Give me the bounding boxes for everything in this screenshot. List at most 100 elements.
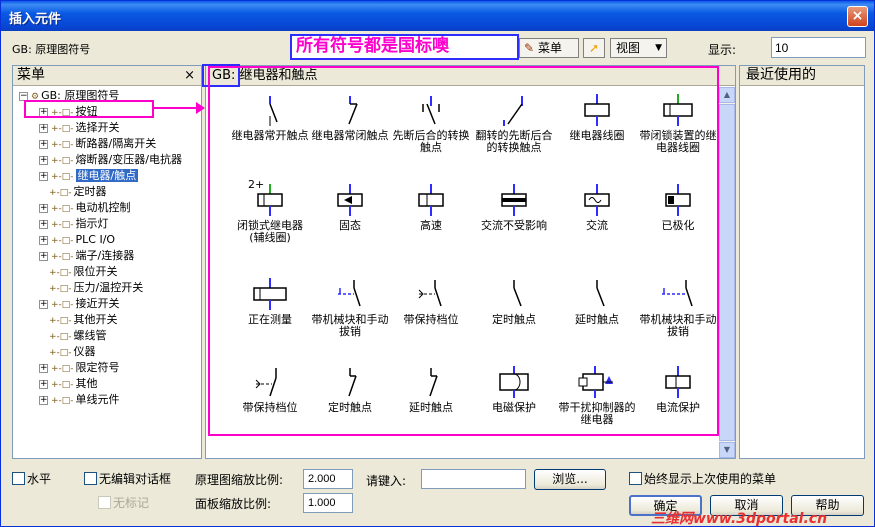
tree-item-label: 熔断器/变压器/电抗器 (75, 153, 182, 166)
annotation-arrow (154, 107, 202, 109)
tree-item[interactable]: + +-□- 单线元件 (39, 392, 120, 408)
tree-item[interactable]: +-□- 定时器 (49, 184, 107, 200)
browse-button[interactable]: 浏览... (534, 469, 606, 490)
view-dropdown[interactable]: 视图 ▼ (610, 38, 667, 58)
always-show-label: 始终显示上次使用的菜单 (644, 472, 777, 486)
tree-node-icon: +-□- (49, 284, 72, 294)
tree-item-label: 电动机控制 (75, 201, 131, 214)
checkbox-box[interactable] (12, 472, 25, 485)
tree-item[interactable]: + +-□- 熔断器/变压器/电抗器 (39, 152, 182, 168)
checkbox-box[interactable] (84, 472, 97, 485)
no-mark-checkbox: 无标记 (98, 496, 149, 510)
annotation-callout: 所有符号都是国标噢 (290, 34, 519, 60)
recent-panel: 最近使用的 (739, 65, 865, 459)
menu-panel-title: 菜单 (17, 67, 45, 83)
tree-node-icon: +-□- (51, 396, 74, 406)
expand-icon[interactable]: + (39, 235, 48, 245)
recent-panel-header: 最近使用的 (740, 66, 864, 86)
horizontal-checkbox[interactable]: 水平 (12, 472, 51, 486)
type-in-label: 请键入: (366, 474, 407, 488)
expand-icon[interactable]: + (39, 171, 48, 181)
tree-item-label: 选择开关 (75, 121, 120, 134)
expand-icon[interactable]: + (39, 203, 48, 213)
checkbox-box[interactable] (629, 472, 642, 485)
tree-node-icon: +-□- (49, 348, 72, 358)
expand-icon[interactable]: + (39, 155, 48, 165)
tree-item[interactable]: +-□- 限位开关 (49, 264, 118, 280)
tree-item-label: 继电器/触点 (75, 169, 139, 182)
tree-node-icon: +-□- (51, 252, 74, 262)
title-bar[interactable]: 插入元件 × (1, 1, 874, 31)
expand-icon[interactable]: + (39, 219, 48, 229)
forward-button[interactable]: ➚ (583, 38, 605, 58)
menu-button[interactable]: ✎ 菜单 (519, 38, 579, 58)
menu-panel-header: 菜单 × (13, 66, 201, 86)
expand-icon[interactable]: + (39, 379, 48, 389)
tree-item[interactable]: + +-□- 其他 (39, 376, 98, 392)
scale-label: 原理图缩放比例: (195, 473, 284, 487)
panel-scale-label: 面板缩放比例: (195, 497, 272, 511)
insert-component-dialog: 插入元件 × GB: 原理图符号 所有符号都是国标噢 ✎ 菜单 ➚ 视图 ▼ 显示:… (0, 0, 875, 527)
expand-icon[interactable]: + (39, 299, 48, 309)
scale-input[interactable] (303, 469, 353, 489)
scroll-down-icon[interactable]: ▼ (719, 442, 735, 458)
tree-item[interactable]: + +-□- 继电器/触点 (39, 168, 139, 184)
tree-item[interactable]: + +-□- 限定符号 (39, 360, 120, 376)
close-button[interactable]: × (847, 6, 868, 27)
tree-item-label: 端子/连接器 (75, 249, 135, 262)
menu-tree-panel: 菜单 × − ⚙ GB: 原理图符号 + +-□- 按钮 + +-□- 选择开关 + +-□- 断路… (12, 65, 202, 459)
tree-node-icon: +-□- (49, 332, 72, 342)
show-count-input[interactable] (771, 37, 866, 58)
symbols-scrollbar[interactable]: ▲ ▼ (719, 87, 735, 458)
no-edit-dialog-label: 无编辑对话框 (99, 472, 172, 486)
panel-scale-input[interactable] (303, 493, 353, 513)
tree-item[interactable]: + +-□- 选择开关 (39, 120, 120, 136)
tree-node-icon: +-□- (51, 364, 74, 374)
library-label: GB: 原理图符号 (12, 43, 91, 56)
tree-item[interactable]: +-□- 螺线管 (49, 328, 107, 344)
tree-item-label: 仪器 (73, 345, 96, 358)
selected-item-highlight (24, 100, 154, 118)
forward-arrow-icon: ➚ (588, 41, 600, 55)
tree-item-label: 其他 (75, 377, 98, 390)
tree-item-label: 指示灯 (75, 217, 109, 230)
tree-item-label: 其他开关 (73, 313, 118, 326)
tree-item[interactable]: + +-□- 指示灯 (39, 216, 109, 232)
tree-node-icon: +-□- (51, 220, 74, 230)
horizontal-label: 水平 (27, 472, 52, 486)
tree-item[interactable]: + +-□- PLC I/O (39, 232, 115, 248)
expand-icon[interactable]: + (39, 363, 48, 373)
tree-node-icon: +-□- (51, 156, 74, 166)
tree-node-icon: +-□- (51, 236, 74, 246)
tree-item-label: 限定符号 (75, 361, 120, 374)
show-label: 显示: (708, 43, 737, 57)
tree-item[interactable]: + +-□- 断路器/隔离开关 (39, 136, 156, 152)
checkbox-box (98, 496, 111, 509)
close-icon[interactable]: × (184, 66, 195, 85)
tree-item-label: 螺线管 (73, 329, 107, 342)
watermark-text: 三维网www.3dportal.cn (651, 511, 828, 527)
expand-icon[interactable]: + (39, 395, 48, 405)
scroll-thumb[interactable] (719, 104, 735, 441)
expand-icon[interactable]: + (39, 251, 48, 261)
expand-icon[interactable]: + (39, 123, 48, 133)
tree-item-label: PLC I/O (75, 233, 116, 246)
tree-node-icon: +-□- (51, 124, 74, 134)
tree-item[interactable]: + +-□- 端子/连接器 (39, 248, 134, 264)
tree-item[interactable]: + +-□- 接近开关 (39, 296, 120, 312)
scroll-up-icon[interactable]: ▲ (719, 87, 735, 103)
tree-node-icon: +-□- (51, 172, 74, 182)
tree-node-icon: +-□- (49, 188, 72, 198)
tree-item-label: 定时器 (73, 185, 107, 198)
menu-button-label: 菜单 (538, 41, 563, 55)
tree-item[interactable]: + +-□- 电动机控制 (39, 200, 131, 216)
tree-item[interactable]: +-□- 其他开关 (49, 312, 118, 328)
tree-item[interactable]: +-□- 仪器 (49, 344, 96, 360)
tree-node-icon: +-□- (49, 316, 72, 326)
tree-item[interactable]: +-□- 压力/温控开关 (49, 280, 143, 296)
always-show-checkbox[interactable]: 始终显示上次使用的菜单 (629, 472, 776, 486)
window-title: 插入元件 (9, 12, 62, 27)
expand-icon[interactable]: + (39, 139, 48, 149)
no-edit-dialog-checkbox[interactable]: 无编辑对话框 (84, 472, 171, 486)
type-in-input[interactable] (421, 469, 526, 489)
